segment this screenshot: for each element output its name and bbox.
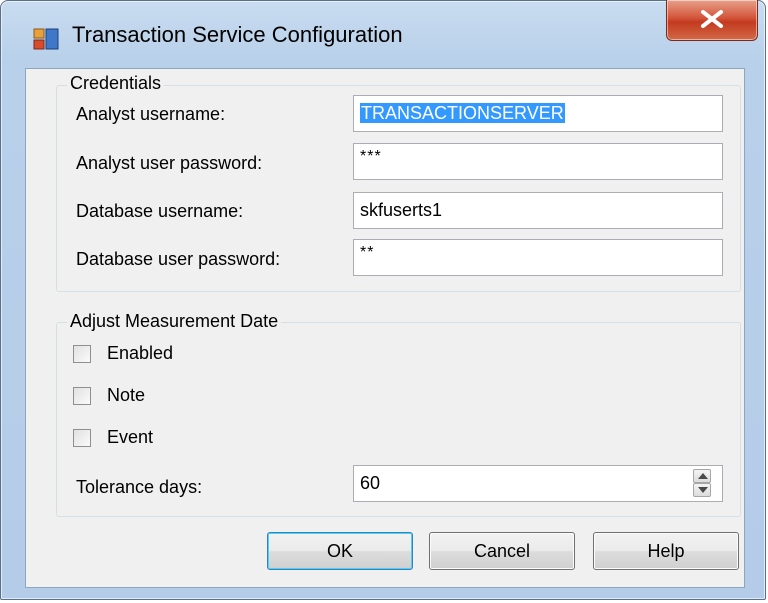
tolerance-increment-button[interactable]	[693, 469, 711, 483]
analyst-username-field[interactable]: TRANSACTIONSERVER	[353, 95, 723, 132]
event-checkbox-label[interactable]: Event	[107, 427, 153, 448]
analyst-password-label: Analyst user password:	[76, 153, 263, 173]
tolerance-days-value: 60	[360, 473, 381, 493]
tolerance-days-stepper[interactable]: 60	[353, 465, 723, 502]
database-username-label: Database username:	[76, 201, 244, 221]
note-checkbox[interactable]	[73, 387, 91, 405]
enabled-checkbox-label[interactable]: Enabled	[107, 343, 173, 364]
app-window-icon	[33, 28, 59, 50]
database-username-field[interactable]: skfuserts1	[353, 192, 723, 229]
tolerance-days-label: Tolerance days:	[76, 477, 203, 497]
ok-button[interactable]: OK	[267, 532, 413, 570]
analyst-password-field[interactable]: ***	[353, 143, 723, 180]
cancel-button[interactable]: Cancel	[429, 532, 575, 570]
adjust-measurement-date-group-label: Adjust Measurement Date	[67, 311, 282, 331]
spin-down-icon	[698, 487, 708, 493]
analyst-username-value: TRANSACTIONSERVER	[360, 103, 565, 123]
credentials-group-label: Credentials	[67, 73, 165, 93]
window-title: Transaction Service Configuration	[72, 22, 403, 47]
enabled-checkbox[interactable]	[73, 345, 91, 363]
database-password-field[interactable]: **	[353, 239, 723, 276]
help-button[interactable]: Help	[593, 532, 739, 570]
event-checkbox[interactable]	[73, 429, 91, 447]
close-button[interactable]	[666, 0, 758, 41]
close-icon	[701, 10, 723, 28]
note-checkbox-label[interactable]: Note	[107, 385, 145, 406]
tolerance-decrement-button[interactable]	[693, 483, 711, 497]
database-password-label: Database user password:	[76, 249, 281, 269]
spin-up-icon	[698, 473, 708, 479]
analyst-username-label: Analyst username:	[76, 104, 226, 124]
